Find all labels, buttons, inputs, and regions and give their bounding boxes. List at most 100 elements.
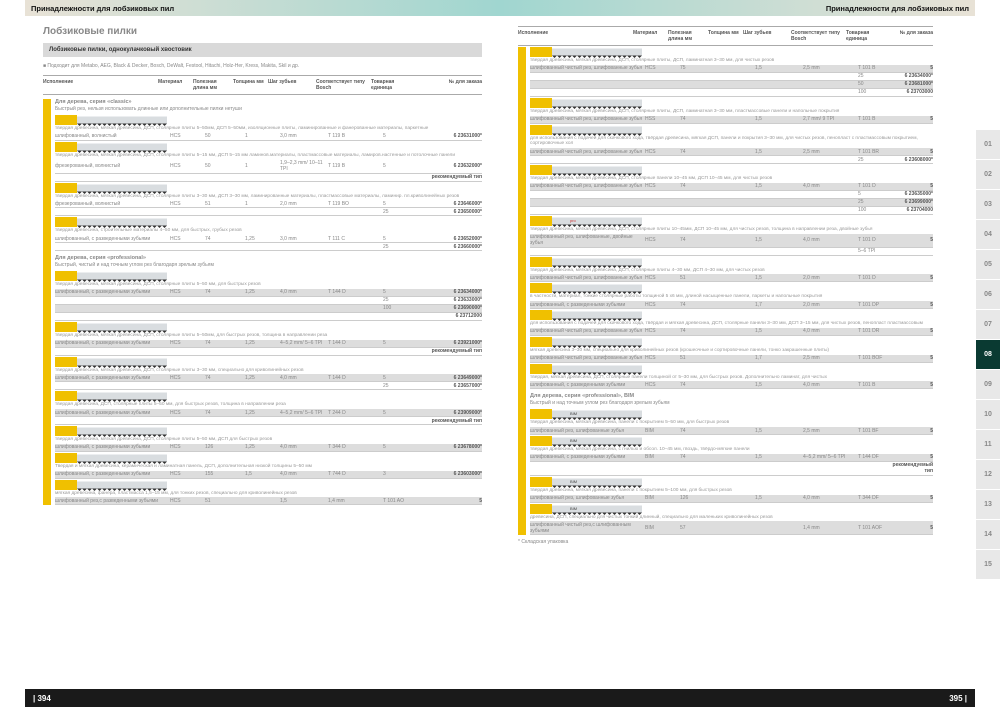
side-tab-14[interactable]: 14 bbox=[976, 520, 1000, 550]
side-tab-13[interactable]: 13 bbox=[976, 490, 1000, 520]
cell-unit: T 101 BR bbox=[858, 149, 898, 155]
cell-pitch: 1,5 bbox=[755, 116, 803, 122]
cell-pitch: 1,5 bbox=[755, 382, 803, 388]
cell-bosch: 2,5 mm bbox=[803, 65, 858, 71]
side-tab-11[interactable]: 11 bbox=[976, 430, 1000, 460]
svg-text:BIM: BIM bbox=[570, 411, 577, 416]
cell-unit: 5 bbox=[383, 201, 423, 207]
cell-unit: 5 bbox=[383, 375, 423, 381]
blade-image bbox=[530, 47, 933, 57]
cell-exec: шлифованный, с разведенными зубьями bbox=[530, 382, 645, 388]
page-right: Принадлежности для лобзиковых пил Исполн… bbox=[500, 0, 1000, 707]
cell-order: 6 23632000* bbox=[423, 163, 482, 169]
banner-right: Принадлежности для лобзиковых пил bbox=[500, 0, 975, 16]
cell-pitch: 1,5 bbox=[755, 149, 803, 155]
th-unit: Товарная единица bbox=[846, 30, 886, 42]
cell-len: 74 bbox=[680, 149, 720, 155]
cell-len: 155 bbox=[205, 471, 245, 477]
blade-image: pro bbox=[530, 216, 933, 226]
cell-len: 74 bbox=[205, 289, 245, 295]
cell-order: 6 23681000* bbox=[898, 81, 933, 87]
cell-exec: шлифованный, волнистый bbox=[55, 133, 170, 139]
side-tab-07[interactable]: 07 bbox=[976, 310, 1000, 340]
cell-len: 57 bbox=[680, 525, 720, 531]
svg-text:pro: pro bbox=[570, 218, 577, 223]
data-row: 256 23608000* bbox=[530, 156, 933, 164]
side-tab-12[interactable]: 12 bbox=[976, 460, 1000, 490]
cell-bosch: T 244 D bbox=[328, 410, 383, 416]
th-unit: Товарная единица bbox=[371, 79, 411, 91]
side-tab-06[interactable]: 06 bbox=[976, 280, 1000, 310]
cell-bosch: 4–5,2 mm/ 5–6 TPI bbox=[803, 454, 858, 460]
page-number-right: 395 | bbox=[500, 689, 975, 707]
cell-bosch: 4,0 mm bbox=[803, 382, 858, 388]
cell-bosch: T 119 BO bbox=[328, 201, 383, 207]
cell-unit: T 144 DF bbox=[858, 454, 898, 460]
blade-desc: твердая древесина, мягкая древесина, ДСП… bbox=[530, 176, 933, 182]
cell-len: 74 bbox=[205, 410, 245, 416]
cell-order: 6 23603000* bbox=[423, 471, 482, 477]
cell-mat: HCS bbox=[645, 328, 680, 334]
side-tab-04[interactable]: 04 bbox=[976, 220, 1000, 250]
data-row: 256 23657000* bbox=[55, 382, 482, 390]
section-title: Для дерева, серия «professional» bbox=[55, 255, 482, 261]
cell-mat: HCS bbox=[170, 289, 205, 295]
cell-bosch: T 344 D bbox=[328, 444, 383, 450]
cell-unit: 5 bbox=[383, 133, 423, 139]
cell-order: 6 23699000* bbox=[898, 199, 933, 205]
data-row: 256 23634000* bbox=[530, 73, 933, 81]
blade-image bbox=[55, 453, 482, 463]
cell-unit: 100 bbox=[858, 207, 898, 213]
cell-mat: HCS bbox=[645, 149, 680, 155]
cell-mat: BIM bbox=[645, 454, 680, 460]
blade-desc: твердая древесина, мягкая древесина, ДСП… bbox=[55, 126, 482, 132]
cell-unit: T 344 DF bbox=[858, 495, 898, 501]
th-order: № для заказа bbox=[411, 79, 482, 91]
table-header: Исполнение Материал Полезная длина мм То… bbox=[43, 75, 482, 95]
cell-bosch: 4,0 mm bbox=[803, 495, 858, 501]
cell-thk: 1 bbox=[245, 201, 280, 207]
data-row: шлифованный, с разведенными зубьямиHCS74… bbox=[55, 340, 482, 348]
cell-order: 6 23657000* bbox=[423, 383, 482, 389]
data-row: шлифованный рез, шлифованные зубьяBIM126… bbox=[530, 495, 933, 503]
side-tab-15[interactable]: 15 bbox=[976, 550, 1000, 580]
data-row: 256 23660000* bbox=[55, 243, 482, 251]
data-row: рекомендуемый тип bbox=[55, 348, 482, 356]
cell-mat: HCS bbox=[170, 236, 205, 242]
data-row: шлифованный рез,с разведенными зубьямиHC… bbox=[55, 497, 482, 505]
cell-unit: 5–6 TPI bbox=[858, 248, 898, 254]
side-tab-05[interactable]: 05 bbox=[976, 250, 1000, 280]
blade-image bbox=[55, 357, 482, 367]
side-tab-03[interactable]: 03 bbox=[976, 190, 1000, 220]
cell-len: 51 bbox=[680, 275, 720, 281]
side-tab-01[interactable]: 01 bbox=[976, 130, 1000, 160]
th-exec: Исполнение bbox=[43, 79, 158, 91]
side-tab-02[interactable]: 02 bbox=[976, 160, 1000, 190]
cell-unit: 100 bbox=[858, 89, 898, 95]
cell-len: 51 bbox=[680, 355, 720, 361]
side-tab-09[interactable]: 09 bbox=[976, 370, 1000, 400]
cell-exec: фрезерованный, волнистый bbox=[55, 163, 170, 169]
cell-unit: T 101 DR bbox=[858, 328, 898, 334]
cell-bosch: 4,0 mm bbox=[803, 328, 858, 334]
side-tab-10[interactable]: 10 bbox=[976, 400, 1000, 430]
cell-exec: шлифованный, с разведенными зубьями bbox=[55, 289, 170, 295]
th-exec: Исполнение bbox=[518, 30, 633, 42]
cell-order: 5 bbox=[898, 183, 933, 189]
cell-mat: HCS bbox=[170, 444, 205, 450]
content-right: Исполнение Материал Полезная длина мм То… bbox=[500, 16, 975, 689]
data-row: шлифованный чистый рез, шлифованные зубь… bbox=[530, 116, 933, 124]
cell-exec: шлифованный чистый рез, шлифованные зубь… bbox=[530, 183, 645, 189]
cell-bosch: 2,5 mm bbox=[803, 428, 858, 434]
data-row: шлифованный чистый рез, шлифованные зубь… bbox=[530, 148, 933, 156]
section-sub: Быстрый, чистый и над точным углом рез б… bbox=[55, 262, 482, 268]
cell-exec: шлифованный, с разведенными зубьями bbox=[55, 444, 170, 450]
data-row: шлифованный, с разведенными зубьямиHCS74… bbox=[55, 289, 482, 297]
cell-order: 5 bbox=[898, 237, 933, 243]
cell-len: 75 bbox=[680, 65, 720, 71]
cell-unit: 25 bbox=[383, 297, 423, 303]
side-tab-08[interactable]: 08 bbox=[976, 340, 1000, 370]
cell-pitch: 1,7 bbox=[755, 302, 803, 308]
cell-unit: 3 bbox=[383, 471, 423, 477]
cell-pitch: 4,0 mm bbox=[280, 289, 328, 295]
